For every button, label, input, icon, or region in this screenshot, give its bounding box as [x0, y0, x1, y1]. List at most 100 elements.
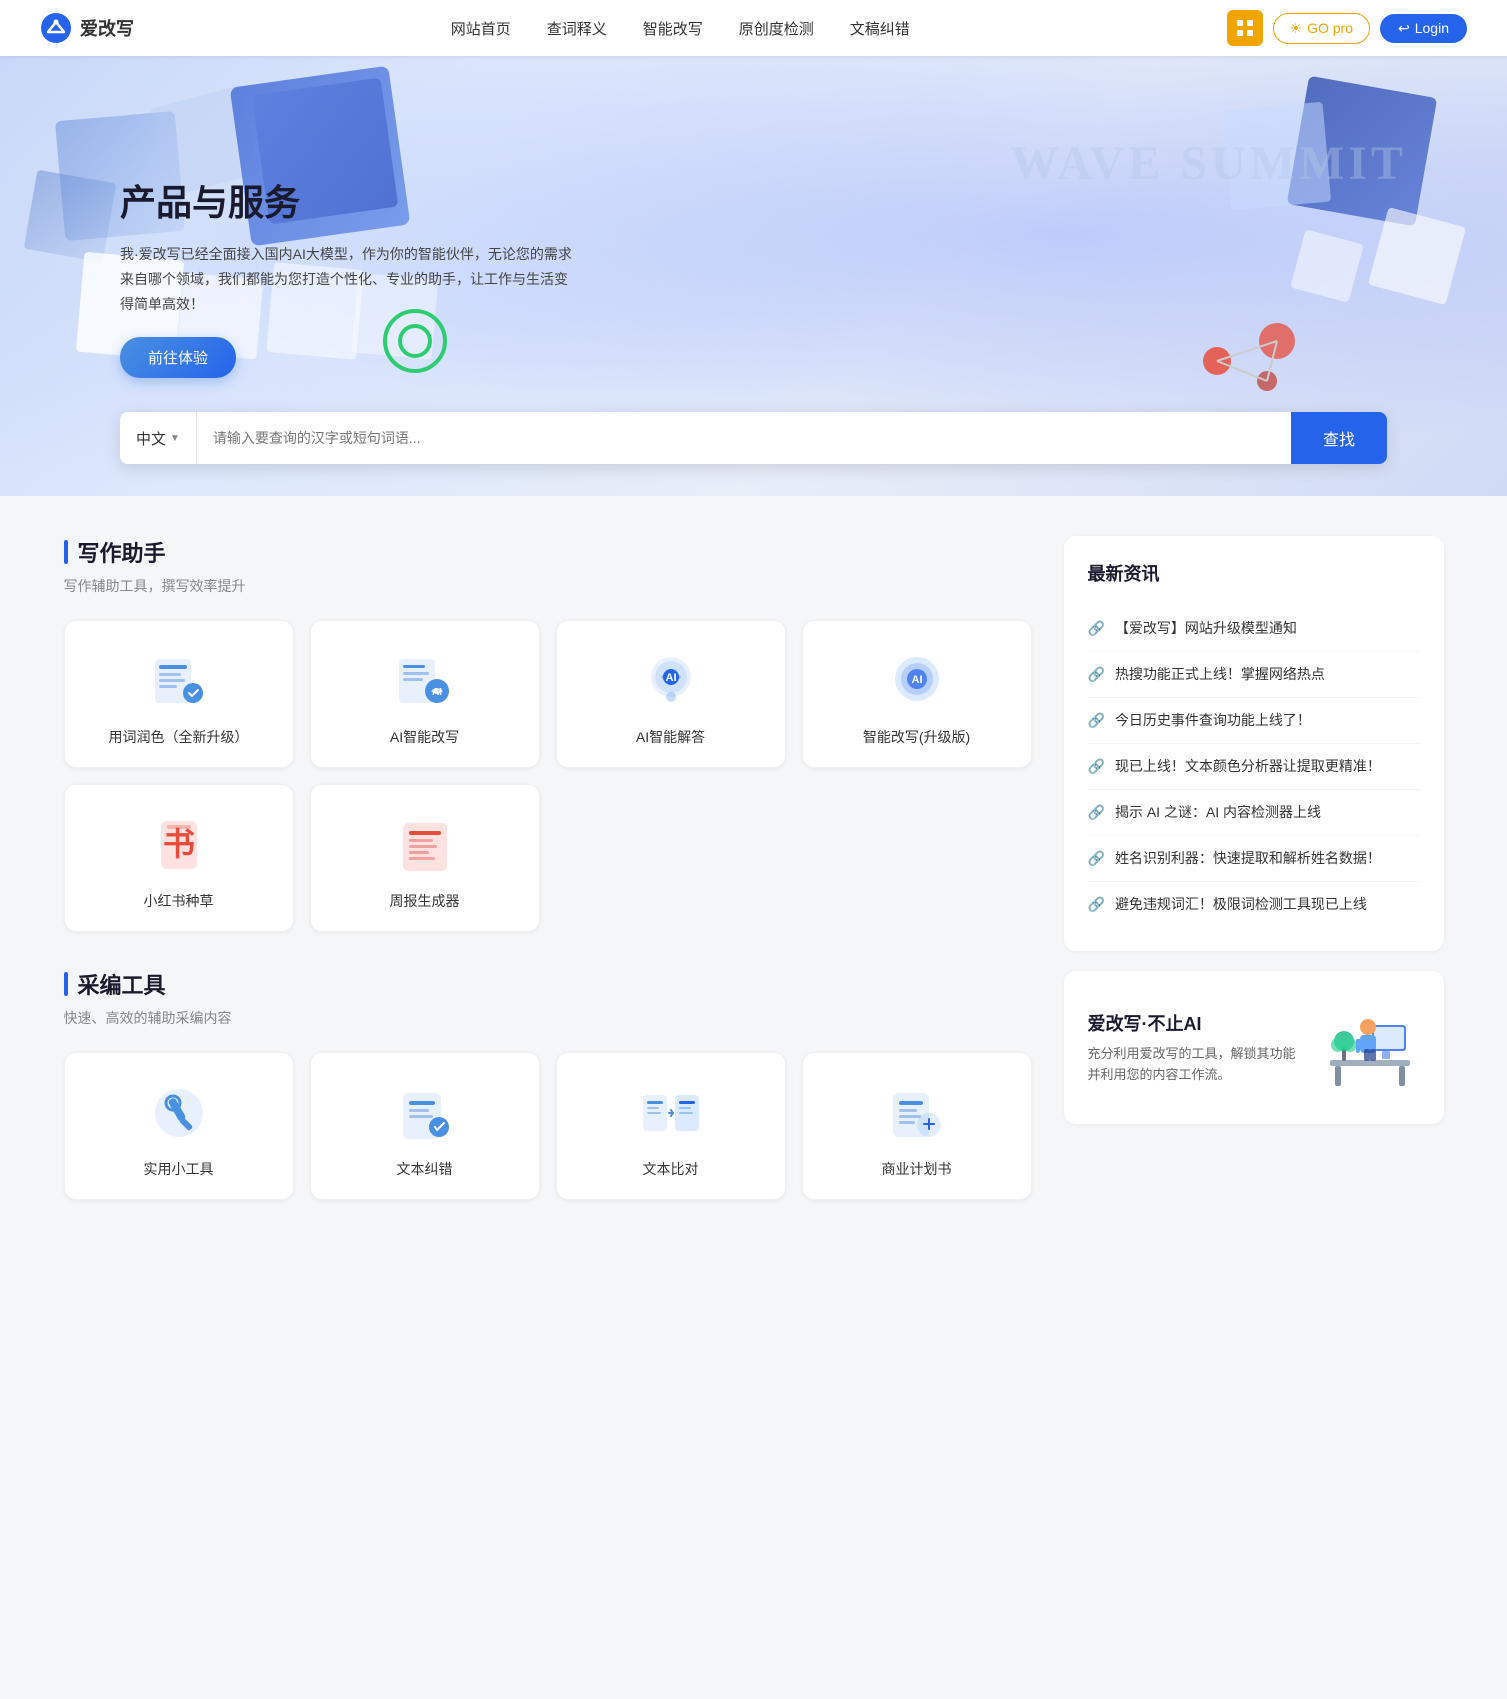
news-text-0: 【爱改写】网站升级模型通知	[1115, 618, 1297, 639]
hero-desc: 我·爱改写已经全面接入国内AI大模型，作为你的智能伙伴，无论您的需求来自哪个领域…	[120, 242, 580, 318]
left-column: 写作助手 写作辅助工具，撰写效率提升	[64, 536, 1032, 1236]
word-polish-label: 用词润色（全新升级）	[109, 727, 249, 747]
promo-image	[1320, 995, 1420, 1100]
caibian-section-title: 采编工具	[64, 968, 1032, 1000]
link-icon-6: 🔗	[1088, 896, 1105, 913]
news-text-5: 姓名识别利器：快速提取和解析姓名数据！	[1115, 848, 1381, 869]
news-text-2: 今日历史事件查询功能上线了！	[1115, 710, 1311, 731]
news-item-6[interactable]: 🔗 避免违规词汇！极限词检测工具现已上线	[1088, 882, 1420, 927]
tool-practical[interactable]: 实用小工具	[64, 1052, 294, 1200]
news-text-1: 热搜功能正式上线！掌握网络热点	[1115, 664, 1325, 685]
header: 爱改写 网站首页 查词释义 智能改写 原创度检测 文稿纠错 ☀ GO pro ↩…	[0, 0, 1507, 56]
business-plan-label: 商业计划书	[882, 1159, 952, 1179]
logo-icon	[40, 12, 72, 44]
nav-correction[interactable]: 文稿纠错	[850, 18, 910, 39]
news-item-1[interactable]: 🔗 热搜功能正式上线！掌握网络热点	[1088, 652, 1420, 698]
hero-banner: WAVE SUMMIT 产品与服务 我·爱改写已经全面接入国内AI大模型，作为你…	[0, 56, 1507, 496]
promo-title: 爱改写·不止AI	[1088, 1010, 1304, 1036]
business-plan-icon	[885, 1081, 949, 1145]
news-item-0[interactable]: 🔗 【爱改写】网站升级模型通知	[1088, 606, 1420, 652]
xiaohongshu-icon: 书	[147, 813, 211, 877]
link-icon-3: 🔗	[1088, 758, 1105, 775]
nav-dict[interactable]: 查词释义	[547, 18, 607, 39]
news-text-3: 现已上线！文本颜色分析器让提取更精准！	[1115, 756, 1381, 777]
news-item-3[interactable]: 🔗 现已上线！文本颜色分析器让提取更精准！	[1088, 744, 1420, 790]
tool-smart-rewrite-pro[interactable]: AI 智能改写(升级版)	[802, 620, 1032, 768]
news-item-5[interactable]: 🔗 姓名识别利器：快速提取和解析姓名数据！	[1088, 836, 1420, 882]
nav-rewrite[interactable]: 智能改写	[643, 18, 703, 39]
nav-home[interactable]: 网站首页	[451, 18, 511, 39]
grid-icon	[1236, 19, 1254, 37]
tool-text-compare[interactable]: 文本比对	[556, 1052, 786, 1200]
go-pro-label: GO pro	[1307, 20, 1353, 36]
news-item-2[interactable]: 🔗 今日历史事件查询功能上线了！	[1088, 698, 1420, 744]
practical-label: 实用小工具	[144, 1159, 214, 1179]
practical-icon	[147, 1081, 211, 1145]
word-polish-icon	[147, 649, 211, 713]
tool-ai-answer[interactable]: AI AI智能解答	[556, 620, 786, 768]
login-button[interactable]: ↩ Login	[1380, 14, 1467, 43]
promo-desc: 充分利用爱改写的工具，解锁其功能并利用您的内容工作流。	[1088, 1044, 1304, 1086]
caibian-section: 采编工具 快速、高效的辅助采编内容	[64, 968, 1032, 1200]
chevron-down-icon: ▼	[170, 433, 180, 444]
molecule-deco	[1187, 311, 1307, 416]
news-item-4[interactable]: 🔗 揭示 AI 之谜：AI 内容检测器上线	[1088, 790, 1420, 836]
text-compare-label: 文本比对	[643, 1159, 699, 1179]
tool-xiaohongshu[interactable]: 书 小红书种草	[64, 784, 294, 932]
logo[interactable]: 爱改写	[40, 12, 134, 44]
logo-text: 爱改写	[80, 15, 134, 41]
news-text-4: 揭示 AI 之谜：AI 内容检测器上线	[1115, 802, 1321, 823]
login-icon: ↩	[1398, 20, 1410, 37]
search-input[interactable]	[197, 412, 1291, 464]
writing-title-text: 写作助手	[78, 536, 166, 568]
writing-tools-grid: 用词润色（全新升级） AI	[64, 620, 1032, 932]
smart-rewrite-pro-icon: AI	[885, 649, 949, 713]
ai-rewrite-label: AI智能改写	[390, 727, 459, 747]
link-icon-2: 🔗	[1088, 712, 1105, 729]
go-pro-icon: ☀	[1290, 20, 1303, 37]
right-sidebar: 最新资讯 🔗 【爱改写】网站升级模型通知 🔗 热搜功能正式上线！掌握网络热点 🔗…	[1064, 536, 1444, 1236]
text-correction-icon	[393, 1081, 457, 1145]
caibian-subtitle: 快速、高效的辅助采编内容	[64, 1008, 1032, 1028]
search-button[interactable]: 查找	[1291, 412, 1387, 464]
svg-text:书: 书	[162, 826, 194, 862]
ai-answer-label: AI智能解答	[636, 727, 705, 747]
svg-text:AI: AI	[911, 674, 922, 686]
news-title: 最新资讯	[1088, 560, 1420, 586]
smart-rewrite-pro-label: 智能改写(升级版)	[863, 727, 970, 747]
header-actions: ☀ GO pro ↩ Login	[1227, 10, 1467, 46]
link-icon-0: 🔗	[1088, 620, 1105, 637]
grid-button[interactable]	[1227, 10, 1263, 46]
xiaohongshu-label: 小红书种草	[144, 891, 214, 911]
tool-word-polish[interactable]: 用词润色（全新升级）	[64, 620, 294, 768]
tool-weekly-report[interactable]: 周报生成器	[310, 784, 540, 932]
main-nav: 网站首页 查词释义 智能改写 原创度检测 文稿纠错	[451, 18, 910, 39]
promo-text: 爱改写·不止AI 充分利用爱改写的工具，解锁其功能并利用您的内容工作流。	[1088, 1010, 1304, 1086]
tool-business-plan[interactable]: 商业计划书	[802, 1052, 1032, 1200]
search-lang-selector[interactable]: 中文 ▼	[120, 412, 197, 464]
hero-cta-button[interactable]: 前往体验	[120, 337, 236, 378]
svg-text:AI: AI	[665, 672, 676, 684]
tool-ai-rewrite[interactable]: AI AI智能改写	[310, 620, 540, 768]
main-content: 写作助手 写作辅助工具，撰写效率提升	[24, 496, 1484, 1276]
tool-text-correction[interactable]: 文本纠错	[310, 1052, 540, 1200]
writing-section: 写作助手 写作辅助工具，撰写效率提升	[64, 536, 1032, 932]
hero-content: 产品与服务 我·爱改写已经全面接入国内AI大模型，作为你的智能伙伴，无论您的需求…	[0, 174, 700, 379]
caibian-title-bar	[64, 972, 68, 996]
ai-rewrite-icon: AI	[393, 649, 457, 713]
weekly-report-label: 周报生成器	[390, 891, 460, 911]
go-pro-button[interactable]: ☀ GO pro	[1273, 13, 1370, 44]
writing-subtitle: 写作辅助工具，撰写效率提升	[64, 576, 1032, 596]
caibian-title-text: 采编工具	[78, 968, 166, 1000]
nav-original[interactable]: 原创度检测	[739, 18, 814, 39]
title-bar-decoration	[64, 540, 68, 564]
caibian-tools-grid: 实用小工具 文本纠错	[64, 1052, 1032, 1200]
text-correction-label: 文本纠错	[397, 1159, 453, 1179]
link-icon-1: 🔗	[1088, 666, 1105, 683]
svg-text:AI: AI	[432, 687, 442, 698]
link-icon-5: 🔗	[1088, 850, 1105, 867]
search-lang-text: 中文	[136, 428, 166, 449]
weekly-report-icon	[393, 813, 457, 877]
news-box: 最新资讯 🔗 【爱改写】网站升级模型通知 🔗 热搜功能正式上线！掌握网络热点 🔗…	[1064, 536, 1444, 951]
promo-box: 爱改写·不止AI 充分利用爱改写的工具，解锁其功能并利用您的内容工作流。	[1064, 971, 1444, 1124]
